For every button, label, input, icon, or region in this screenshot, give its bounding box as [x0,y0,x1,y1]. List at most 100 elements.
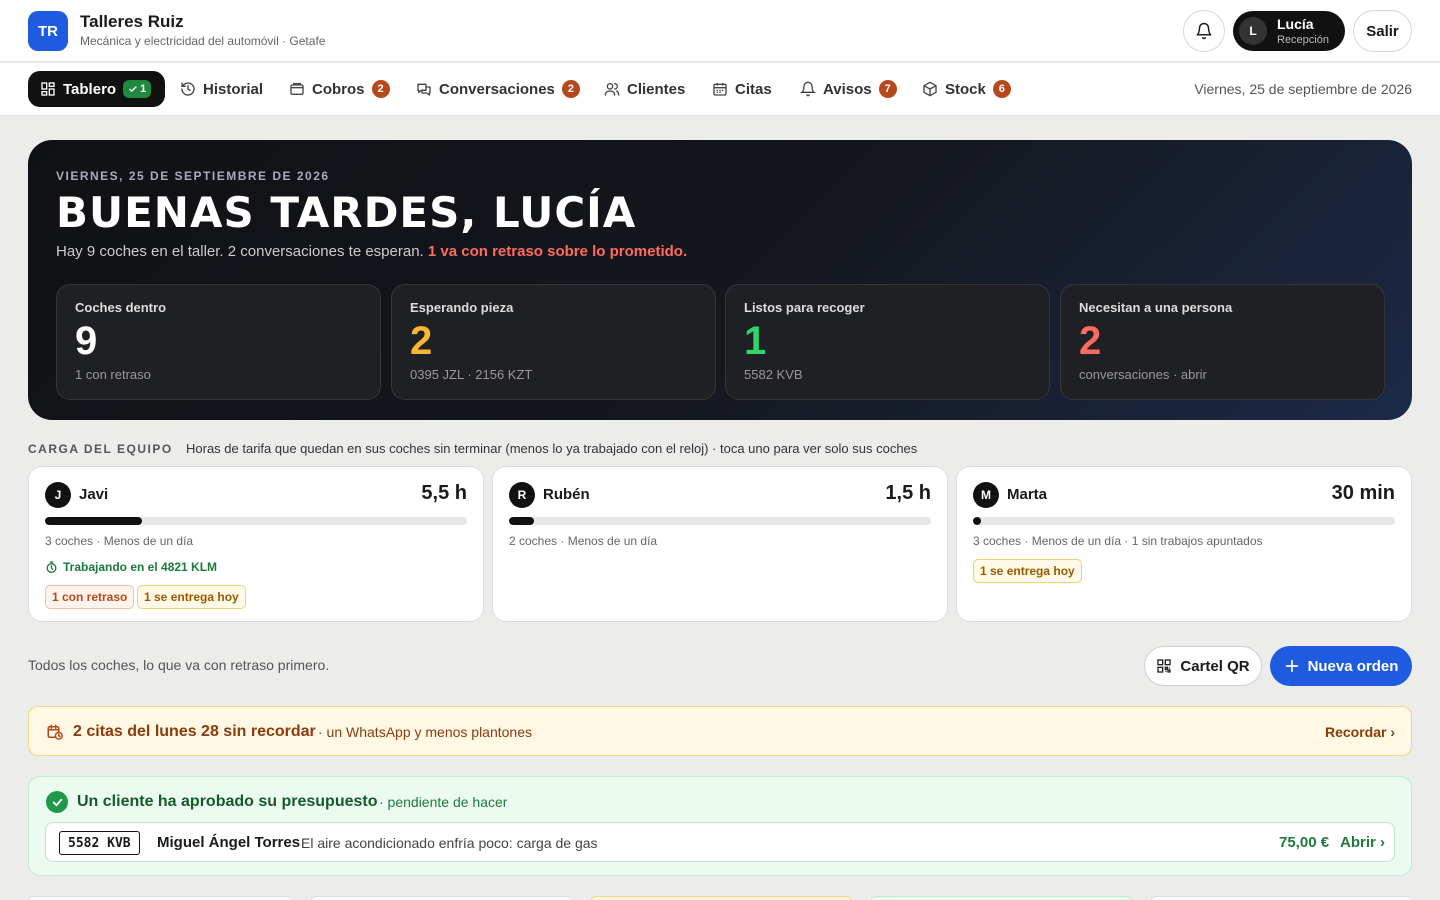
delay-alert[interactable]: 1 va con retraso sobre lo prometido. [428,243,687,260]
team-load-heading: CARGA DEL EQUIPO [28,442,173,456]
tab-clientes[interactable]: Clientes [604,71,685,107]
tab-label: Stock [945,80,986,98]
hero-greeting: BUENAS TARDES, LUCÍA [56,188,637,237]
remind-link[interactable]: Recordar › [1325,724,1395,740]
stat-sub: conversaciones · abrir [1079,367,1207,382]
stat-value: 9 [75,319,98,363]
tab-citas[interactable]: Citas [712,71,772,107]
stat-label: Esperando pieza [410,300,514,315]
car-card[interactable] [870,896,1132,900]
tab-cobros[interactable]: Cobros 2 [289,71,390,107]
calendar-clock-icon [46,723,64,741]
stat-ready-pickup[interactable]: Listos para recoger 1 5582 KVB [725,284,1050,400]
tab-badge: 1 [123,80,152,98]
team-card-javi[interactable]: J Javi 5,5 h 3 coches · Menos de un día … [28,466,484,622]
car-card[interactable] [28,896,292,900]
tab-label: Conversaciones [439,80,555,98]
car-card[interactable] [310,896,572,900]
member-name: Rubén [543,486,590,503]
member-info: 2 coches · Menos de un día [509,534,658,548]
member-name: Javi [79,486,109,503]
notifications-button[interactable] [1183,10,1225,52]
calendar-icon [712,81,728,97]
client-name: Miguel Ángel Torres [157,834,301,851]
stat-sub: 1 con retraso [75,367,151,382]
due-today-tag: 1 se entrega hoy [137,585,246,609]
car-card[interactable] [1150,896,1412,900]
avatar: M [973,482,999,508]
user-name: Lucía [1277,16,1314,32]
brand-subtitle: Mecánica y electricidad del automóvil · … [80,34,326,48]
member-hours: 1,5 h [885,482,931,504]
dashboard-icon [40,81,56,97]
reminder-subtitle: · un WhatsApp y menos plantones [318,724,533,740]
load-bar-fill [509,517,535,525]
tab-label: Tablero [63,80,117,98]
license-plate: 5582 KVB [59,831,140,855]
tab-label: Cobros [312,80,365,98]
chat-icon [416,81,432,97]
tab-badge: 2 [371,80,390,98]
team-card-ruben[interactable]: R Rubén 1,5 h 2 coches · Menos de un día [492,466,948,622]
logout-button[interactable]: Salir [1353,10,1412,52]
qr-poster-button[interactable]: Cartel QR [1144,646,1262,686]
approved-order-row[interactable]: 5582 KVB Miguel Ángel Torres El aire aco… [45,822,1395,862]
tab-label: Citas [735,80,772,98]
tab-tablero[interactable]: Tablero 1 [28,71,166,107]
team-card-marta[interactable]: M Marta 30 min 3 coches · Menos de un dí… [956,466,1412,622]
tab-stock[interactable]: Stock 6 [922,71,1011,107]
load-bar [973,517,1395,525]
stopwatch-icon [45,560,58,574]
stat-sub: 5582 KVB [744,367,803,382]
tab-avisos[interactable]: Avisos 7 [800,71,897,107]
stat-waiting-part[interactable]: Esperando pieza 2 0395 JZL · 2156 KZT [391,284,716,400]
avatar: L [1239,17,1267,45]
team-load-hint: Horas de tarifa que quedan en sus coches… [186,441,918,456]
member-info: 3 coches · Menos de un día [45,534,194,548]
stat-sub: 0395 JZL · 2156 KZT [410,367,533,382]
member-info: 3 coches · Menos de un día · 1 sin traba… [973,534,1263,548]
hero-summary: Hay 9 coches en el taller. 2 conversacio… [56,243,688,260]
open-order-link[interactable]: Abrir › [1340,834,1385,851]
load-bar [45,517,467,525]
approved-title: Un cliente ha aprobado su presupuesto [77,793,378,810]
user-role: Recepción [1277,34,1329,46]
member-hours: 30 min [1331,482,1395,504]
tab-badge: 6 [992,80,1011,98]
load-bar-fill [973,517,982,525]
working-status: Trabajando en el 4821 KLM [45,560,217,574]
stat-value: 2 [1079,319,1102,363]
box-icon [922,81,938,97]
stat-need-person[interactable]: Necesitan a una persona 2 conversaciones… [1060,284,1385,400]
check-circle-icon [46,791,68,813]
new-order-button[interactable]: Nueva orden [1270,646,1412,686]
tab-conversaciones[interactable]: Conversaciones 2 [416,71,580,107]
tab-badge: 2 [561,80,580,98]
user-menu[interactable]: L Lucía Recepción [1233,11,1345,51]
stat-cars-inside[interactable]: Coches dentro 9 1 con retraso [56,284,381,400]
stat-value: 2 [410,319,433,363]
avatar: J [45,482,71,508]
tab-label: Avisos [823,80,872,98]
tab-label: Historial [203,80,264,98]
hero-date: VIERNES, 25 DE SEPTIEMBRE DE 2026 [56,169,330,183]
tab-badge: 7 [878,80,897,98]
appointment-reminder-banner: 2 citas del lunes 28 sin recordar · un W… [28,706,1412,756]
avatar: R [509,482,535,508]
brand-logo[interactable]: TR [28,11,68,51]
approved-subtitle: · pendiente de hacer [379,794,508,810]
brand-name: Talleres Ruiz [80,12,184,31]
history-icon [180,81,196,97]
wallet-icon [289,81,305,97]
order-amount: 75,00 € [1279,834,1330,851]
approved-quote-panel: Un cliente ha aprobado su presupuesto · … [28,776,1412,876]
tab-historial[interactable]: Historial [180,71,263,107]
tab-label: Clientes [627,80,686,98]
stat-label: Coches dentro [75,300,167,315]
current-date: Viernes, 25 de septiembre de 2026 [1194,81,1412,97]
plus-icon [1284,658,1300,674]
car-card[interactable] [590,896,852,900]
due-today-tag: 1 se entrega hoy [973,559,1082,583]
stat-label: Listos para recoger [744,300,865,315]
load-bar [509,517,931,525]
